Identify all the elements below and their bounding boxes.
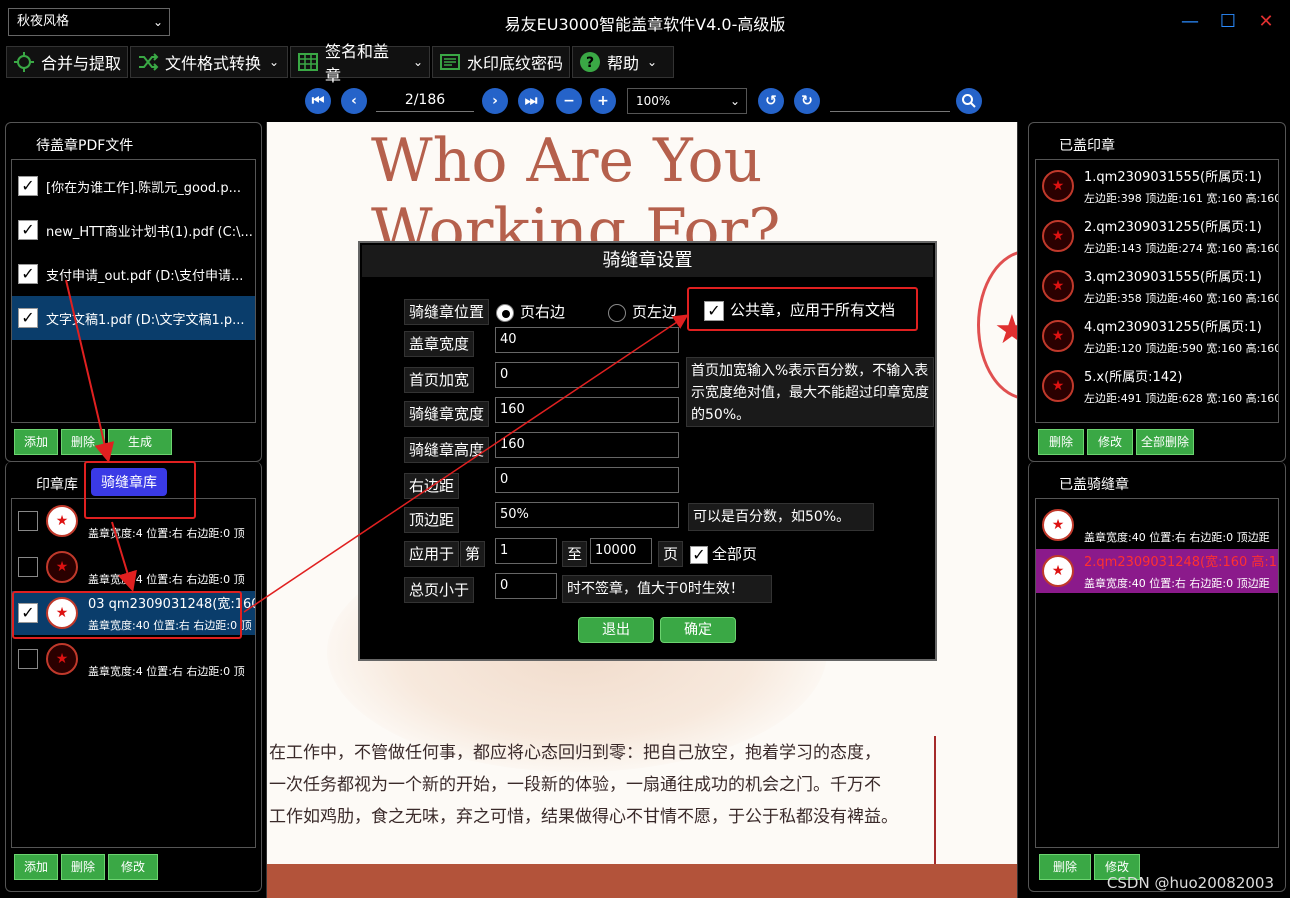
arrow-line xyxy=(111,521,137,592)
watermark-text: CSDN @huo20082003 xyxy=(1106,874,1274,892)
annotation-arrows xyxy=(65,279,689,613)
arrow-line xyxy=(243,314,689,613)
arrow-line xyxy=(65,279,115,463)
